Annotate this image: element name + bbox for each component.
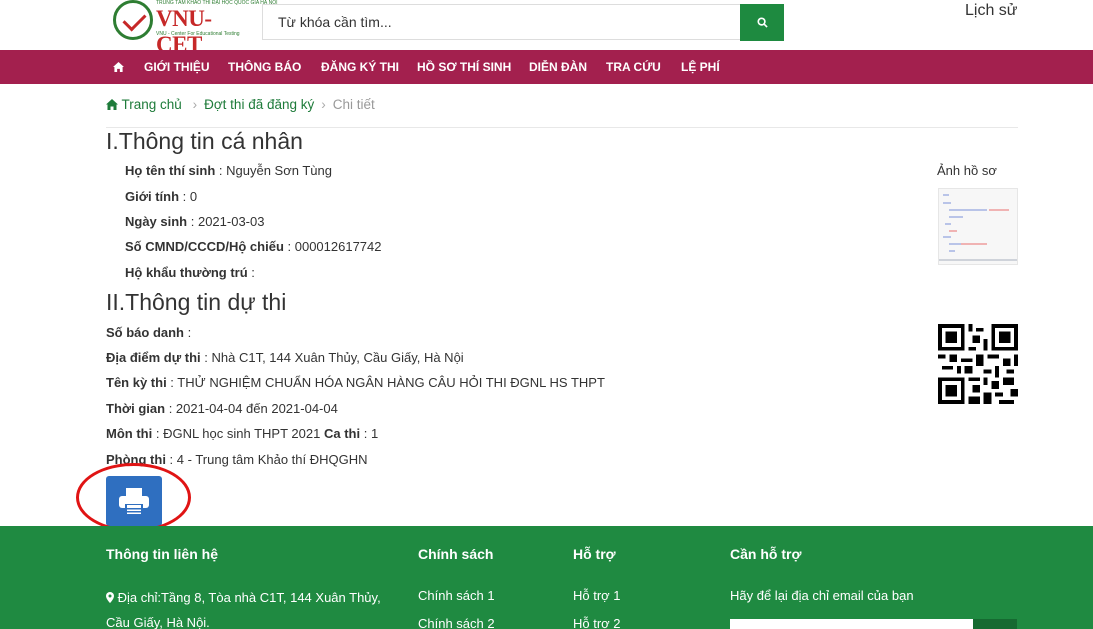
email-field[interactable] [730, 619, 973, 629]
email-submit-button[interactable] [973, 619, 1017, 629]
field-gender: Giới tính : 0 [125, 189, 198, 204]
nav-le-phi[interactable]: LỆ PHÍ [681, 50, 720, 84]
field-label: Số báo danh [106, 325, 184, 340]
field-label: Ca thi [323, 426, 361, 441]
field-exam-name: Tên kỳ thi : THỬ NGHIỆM CHUẨN HÓA NGÂN H… [106, 375, 605, 390]
field-dob: Ngày sinh : 2021-03-03 [125, 214, 265, 229]
breadcrumb-separator: › [192, 97, 198, 112]
history-link[interactable]: Lịch sử [965, 2, 1018, 20]
nav-home[interactable] [113, 50, 124, 84]
breadcrumb: Trang chủ › Đợt thi đã đăng ký › Chi tiết [106, 97, 375, 112]
field-candidate-number: Số báo danh : [106, 325, 192, 340]
footer-need-help-title: Cần hỗ trợ [730, 546, 802, 562]
footer-policy-link-1[interactable]: Chính sách 1 [418, 588, 495, 603]
field-value: 000012617742 [294, 239, 382, 254]
photo-label: Ảnh hồ sơ [937, 163, 997, 178]
field-value: Nguyễn Sơn Tùng [226, 163, 332, 178]
nav-dien-dan[interactable]: DIỄN ĐÀN [529, 50, 587, 84]
footer-contact-title: Thông tin liên hệ [106, 546, 218, 562]
field-label: Môn thi [106, 426, 153, 441]
site-footer: Thông tin liên hệ Địa chỉ:Tầng 8, Tòa nh… [0, 526, 1093, 629]
field-value: ĐGNL học sinh THPT 2021 [163, 426, 321, 441]
field-label: Số CMND/CCCD/Hộ chiếu [125, 239, 284, 254]
field-value: 0 [189, 189, 198, 204]
section-title-personal: I.Thông tin cá nhân [106, 128, 303, 154]
nav-gioi-thieu[interactable]: GIỚI THIỆU [144, 50, 210, 84]
field-name: Họ tên thí sinh : Nguyễn Sơn Tùng [125, 163, 332, 178]
footer-address-text: Địa chỉ:Tầng 8, Tòa nhà C1T, 144 Xuân Th… [117, 590, 381, 605]
field-exam-time: Thời gian : 2021-04-04 đến 2021-04-04 [106, 401, 338, 416]
nav-tra-cuu[interactable]: TRA CỨU [606, 50, 661, 84]
field-label: Họ tên thí sinh [125, 163, 216, 178]
field-value: Nhà C1T, 144 Xuân Thủy, Cầu Giấy, Hà Nội [211, 350, 464, 365]
field-exam-room: Phòng thi : 4 - Trung tâm Khảo thí ĐHQGH… [106, 452, 368, 467]
field-residence: Hộ khẩu thường trú : [125, 265, 255, 280]
qr-code [938, 324, 1018, 404]
footer-support-link-1[interactable]: Hỗ trợ 1 [573, 588, 621, 603]
field-value: THỬ NGHIỆM CHUẨN HÓA NGÂN HÀNG CÂU HỎI T… [177, 375, 605, 390]
breadcrumb-registered[interactable]: Đợt thi đã đăng ký [204, 97, 314, 112]
footer-support-title: Hỗ trợ [573, 546, 616, 562]
logo-emblem [113, 0, 153, 40]
print-button[interactable] [106, 476, 162, 526]
site-logo[interactable]: TRUNG TÂM KHẢO THÍ ĐẠI HỌC QUỐC GIA HÀ N… [113, 0, 278, 57]
section-title-exam: II.Thông tin dự thi [106, 289, 287, 315]
field-label: Địa điểm dự thi [106, 350, 201, 365]
field-subject: Môn thi : ĐGNL học sinh THPT 2021 Ca thi… [106, 426, 379, 441]
main-navbar: GIỚI THIỆU THÔNG BÁO ĐĂNG KÝ THI HỒ SƠ T… [0, 50, 1093, 84]
field-label: Hộ khẩu thường trú [125, 265, 248, 280]
breadcrumb-separator: › [321, 97, 326, 112]
field-label: Tên kỳ thi [106, 375, 167, 390]
search-input[interactable]: Từ khóa cần tìm... [262, 4, 740, 40]
nav-ho-so-thi-sinh[interactable]: HỒ SƠ THÍ SINH [417, 50, 511, 84]
nav-thong-bao[interactable]: THÔNG BÁO [228, 50, 301, 84]
field-exam-location: Địa điểm dự thi : Nhà C1T, 144 Xuân Thủy… [106, 350, 464, 365]
site-header: TRUNG TÂM KHẢO THÍ ĐẠI HỌC QUỐC GIA HÀ N… [0, 0, 1093, 57]
map-marker-icon [106, 592, 114, 603]
breadcrumb-home-label: Trang chủ [121, 97, 182, 112]
search-icon [756, 17, 768, 28]
footer-support-link-2[interactable]: Hỗ trợ 2 [573, 616, 621, 629]
home-icon [106, 99, 118, 110]
profile-photo [938, 188, 1018, 265]
field-value: 4 - Trung tâm Khảo thí ĐHQGHN [176, 452, 368, 467]
footer-policy-title: Chính sách [418, 546, 494, 562]
field-value: 2021-03-03 [197, 214, 265, 229]
field-label: Thời gian [106, 401, 166, 416]
field-value: 2021-04-04 đến 2021-04-04 [175, 401, 338, 416]
field-id-number: Số CMND/CCCD/Hộ chiếu : 000012617742 [125, 239, 382, 254]
field-label: Ngày sinh [125, 214, 188, 229]
printer-icon [119, 488, 149, 514]
breadcrumb-current: Chi tiết [332, 97, 375, 112]
footer-address-line2: Cầu Giấy, Hà Nội. [106, 615, 210, 629]
search-button[interactable] [740, 4, 784, 41]
footer-address-line1: Địa chỉ:Tầng 8, Tòa nhà C1T, 144 Xuân Th… [106, 590, 381, 605]
logo-subtext: VNU - Center For Educational Testing [156, 31, 240, 37]
breadcrumb-home[interactable]: Trang chủ [106, 97, 186, 112]
field-label: Phòng thi [106, 452, 166, 467]
nav-dang-ky-thi[interactable]: ĐĂNG KÝ THI [321, 50, 399, 84]
footer-policy-link-2[interactable]: Chính sách 2 [418, 616, 495, 629]
field-label: Giới tính [125, 189, 180, 204]
field-value: 1 [370, 426, 379, 441]
home-icon [113, 62, 124, 72]
footer-need-help-text: Hãy để lại địa chỉ email của bạn [730, 588, 914, 603]
